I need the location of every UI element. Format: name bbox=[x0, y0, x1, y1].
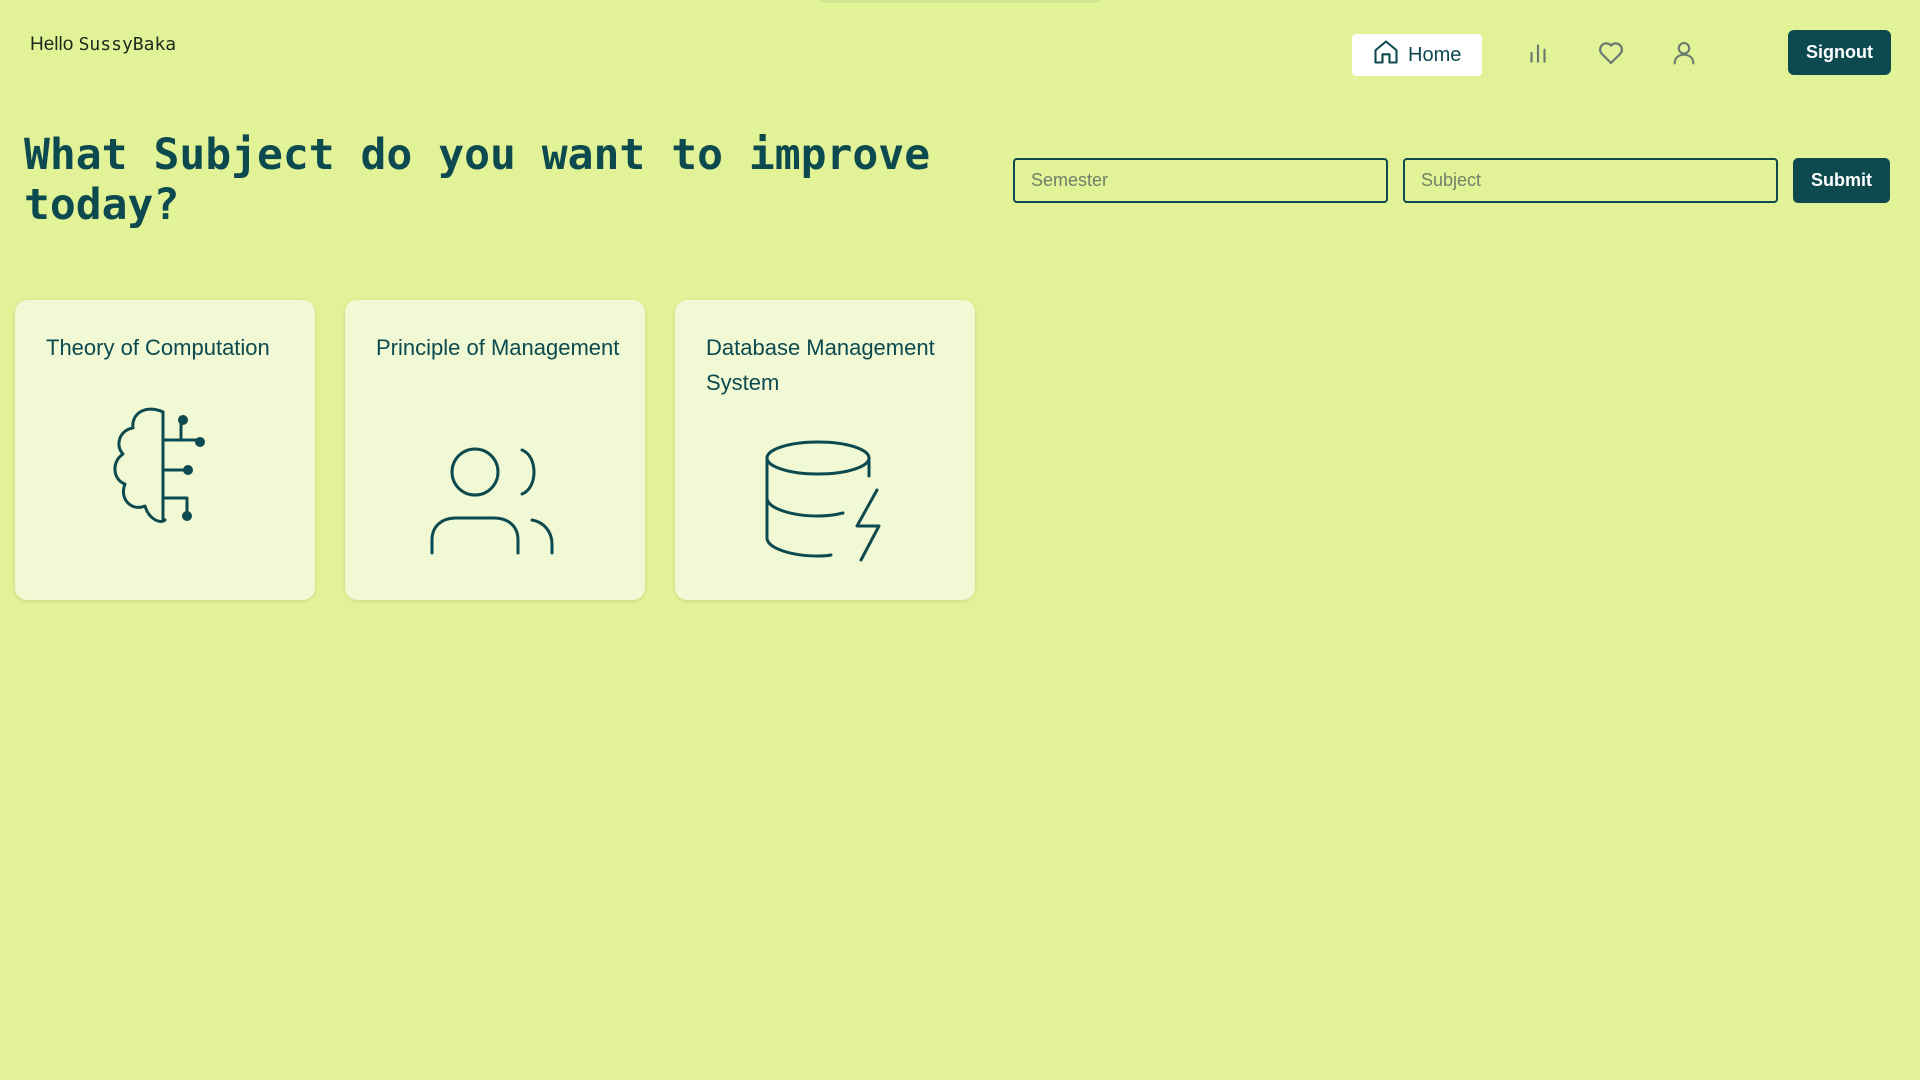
app-page: Hello SussyBaka Home Signout What Subjec… bbox=[0, 0, 1920, 1080]
subject-card-title: Principle of Management bbox=[376, 335, 620, 360]
bar-chart-icon bbox=[1525, 40, 1551, 71]
signout-button[interactable]: Signout bbox=[1788, 30, 1891, 75]
submit-button[interactable]: Submit bbox=[1793, 158, 1890, 203]
greeting: Hello SussyBaka bbox=[30, 34, 176, 56]
subject-card-database-management-system[interactable]: Database Management System bbox=[675, 300, 975, 600]
subject-card-principle-of-management[interactable]: Principle of Management bbox=[345, 300, 645, 600]
page-heading: What Subject do you want to improve toda… bbox=[24, 130, 931, 230]
nav-profile-button[interactable] bbox=[1664, 34, 1704, 76]
semester-input[interactable] bbox=[1013, 158, 1388, 203]
username: SussyBaka bbox=[78, 34, 177, 55]
top-divider bbox=[820, 0, 1100, 3]
nav-favorites-button[interactable] bbox=[1591, 34, 1631, 76]
subject-card-title: Database Management System bbox=[706, 335, 935, 395]
top-nav: Home bbox=[1352, 34, 1695, 76]
brain-circuit-icon bbox=[103, 402, 225, 537]
subject-card-title: Theory of Computation bbox=[46, 335, 270, 360]
nav-stats-button[interactable] bbox=[1518, 34, 1558, 76]
subject-input[interactable] bbox=[1403, 158, 1778, 203]
nav-home-button[interactable]: Home bbox=[1352, 34, 1482, 76]
home-icon bbox=[1372, 38, 1400, 72]
users-icon bbox=[430, 440, 560, 561]
database-zap-icon bbox=[765, 438, 885, 567]
user-icon bbox=[1670, 39, 1698, 72]
greeting-prefix: Hello bbox=[30, 34, 74, 55]
heart-icon bbox=[1596, 38, 1626, 73]
nav-home-label: Home bbox=[1408, 43, 1462, 66]
subject-card-theory-of-computation[interactable]: Theory of Computation bbox=[15, 300, 315, 600]
